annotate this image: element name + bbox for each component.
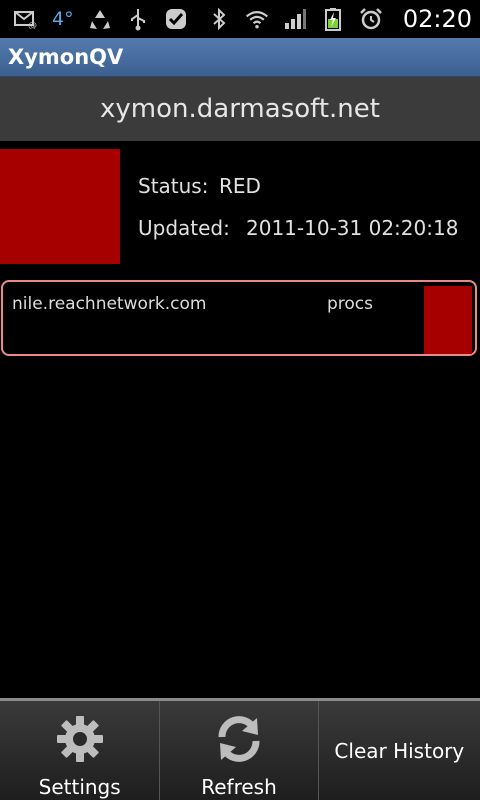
clear-history-button[interactable]: Clear History: [317, 701, 480, 800]
clear-history-label: Clear History: [334, 738, 465, 763]
host-test-name: procs: [327, 294, 374, 314]
gear-icon: [56, 716, 103, 762]
refresh-button[interactable]: Refresh: [159, 701, 317, 800]
server-name: xymon.darmasoft.net: [100, 94, 380, 124]
status-label: Status:: [138, 174, 209, 198]
bluetooth-icon: [207, 7, 231, 31]
signal-icon: [283, 7, 307, 31]
alarm-icon: [359, 7, 383, 31]
refresh-icon: [218, 716, 260, 762]
server-header: xymon.darmasoft.net: [0, 77, 480, 141]
refresh-label: Refresh: [201, 775, 277, 799]
host-name: nile.reachnetwork.com: [12, 294, 207, 314]
options-menu: Settings Refresh Clear History: [0, 698, 480, 800]
host-status-swatch: [424, 286, 472, 354]
usb-icon: [126, 7, 150, 31]
status-bar: @ 4° 02:20: [0, 0, 480, 38]
svg-text:@: @: [28, 21, 37, 29]
recycle-icon: [88, 7, 112, 31]
settings-label: Settings: [38, 775, 121, 799]
host-list-item[interactable]: nile.reachnetwork.com procs: [1, 280, 477, 356]
updated-value: 2011-10-31 02:20:18: [246, 216, 459, 240]
status-value: RED: [219, 174, 261, 198]
check-shield-icon: [164, 7, 188, 31]
wifi-icon: [245, 7, 269, 31]
battery-icon: [321, 7, 345, 31]
temperature: 4°: [52, 8, 74, 30]
updated-label: Updated:: [138, 216, 230, 240]
overall-status-swatch: [0, 149, 120, 264]
mail-icon: @: [14, 7, 38, 31]
clock: 02:20: [402, 5, 472, 33]
app-title-bar: XymonQV: [0, 38, 480, 77]
app-title: XymonQV: [8, 45, 124, 69]
settings-button[interactable]: Settings: [0, 701, 159, 800]
